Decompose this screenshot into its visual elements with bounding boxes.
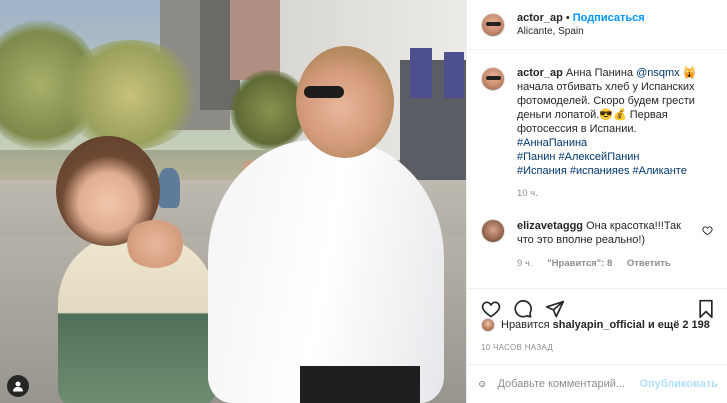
photo-bystander (158, 168, 180, 208)
follow-button[interactable]: Подписаться (573, 12, 645, 24)
hashtag[interactable]: #испанияes (570, 165, 630, 177)
reply-button[interactable]: Ответить (627, 258, 671, 269)
avatar[interactable] (481, 219, 505, 243)
photo-tree (60, 40, 200, 150)
share-button[interactable] (543, 297, 567, 321)
photo-banner (410, 48, 432, 98)
likes-user[interactable]: shalyapin_official (553, 319, 645, 331)
user-icon (13, 381, 23, 392)
add-comment-bar: Опубликовать (467, 364, 727, 403)
tagged-users-button[interactable] (7, 375, 29, 397)
photo-building (230, 0, 280, 80)
hashtag[interactable]: #Испания (517, 165, 567, 177)
like-button[interactable] (479, 297, 503, 321)
heart-icon (481, 300, 501, 317)
photo-man-head (296, 46, 394, 158)
photo-sunglasses (304, 86, 344, 98)
caption-text: actor_ap Анна Панина @nsqmx 🙀 начала отб… (517, 66, 707, 178)
comment-input[interactable] (497, 378, 640, 390)
caption-username[interactable]: actor_ap (517, 67, 563, 79)
bookmark-icon (699, 299, 713, 318)
comment-icon (514, 299, 532, 318)
post-location[interactable]: Alicante, Spain (517, 25, 645, 39)
hashtag[interactable]: #Панин (517, 151, 555, 163)
comment-time[interactable]: 9 ч. (517, 258, 533, 269)
save-button[interactable] (694, 297, 718, 321)
comment-username[interactable]: elizavetaggg (517, 220, 583, 232)
post-author: actor_ap • Подписаться Alicante, Spain (517, 11, 645, 39)
author-username[interactable]: actor_ap (517, 12, 563, 24)
avatar[interactable] (481, 12, 505, 37)
post-header: actor_ap • Подписаться Alicante, Spain (467, 0, 727, 50)
likes-prefix: Нравится (501, 319, 550, 331)
post-time[interactable]: 10 ЧАСОВ НАЗАД (481, 343, 553, 352)
photo-man (208, 140, 444, 403)
hashtag[interactable]: #АлексейПанин (559, 151, 640, 163)
photo-banner (444, 52, 464, 98)
comment: elizavetaggg Она красотка!!!Так что это … (481, 219, 713, 247)
publish-button[interactable]: Опубликовать (639, 378, 718, 390)
smile-icon[interactable] (479, 374, 486, 394)
hashtag[interactable]: #Аликанте (633, 165, 687, 177)
post-sidebar: actor_ap • Подписаться Alicante, Spain act… (466, 0, 727, 403)
post-photo[interactable] (0, 0, 466, 403)
heart-icon (702, 226, 713, 236)
caption: actor_ap Анна Панина @nsqmx 🙀 начала отб… (481, 66, 713, 178)
hashtag[interactable]: #АннаПанина (517, 137, 587, 149)
likes-count[interactable]: и ещё 2 198 (648, 319, 710, 331)
avatar[interactable] (481, 318, 495, 332)
comments-section: actor_ap Анна Панина @nsqmx 🙀 начала отб… (467, 50, 727, 288)
separator-dot: • (565, 11, 570, 24)
avatar[interactable] (481, 67, 505, 91)
likes-summary: Нравится shalyapin_official и ещё 2 198 (481, 318, 710, 332)
photo-hands (124, 220, 186, 268)
comment-like-button[interactable] (702, 225, 713, 239)
comment-likes[interactable]: "Нравится": 8 (547, 258, 612, 269)
caption-time[interactable]: 10 ч. (517, 188, 713, 199)
comment-text: elizavetaggg Она красотка!!!Так что это … (517, 219, 692, 247)
comment-meta: 9 ч. "Нравится": 8 Ответить (517, 258, 713, 269)
caption-text-part: Анна Панина (565, 67, 634, 79)
photo-man-trousers (300, 366, 420, 403)
comment-button[interactable] (511, 297, 535, 321)
caption-mention[interactable]: @nsqmx (636, 67, 680, 79)
paper-plane-icon (545, 300, 565, 317)
